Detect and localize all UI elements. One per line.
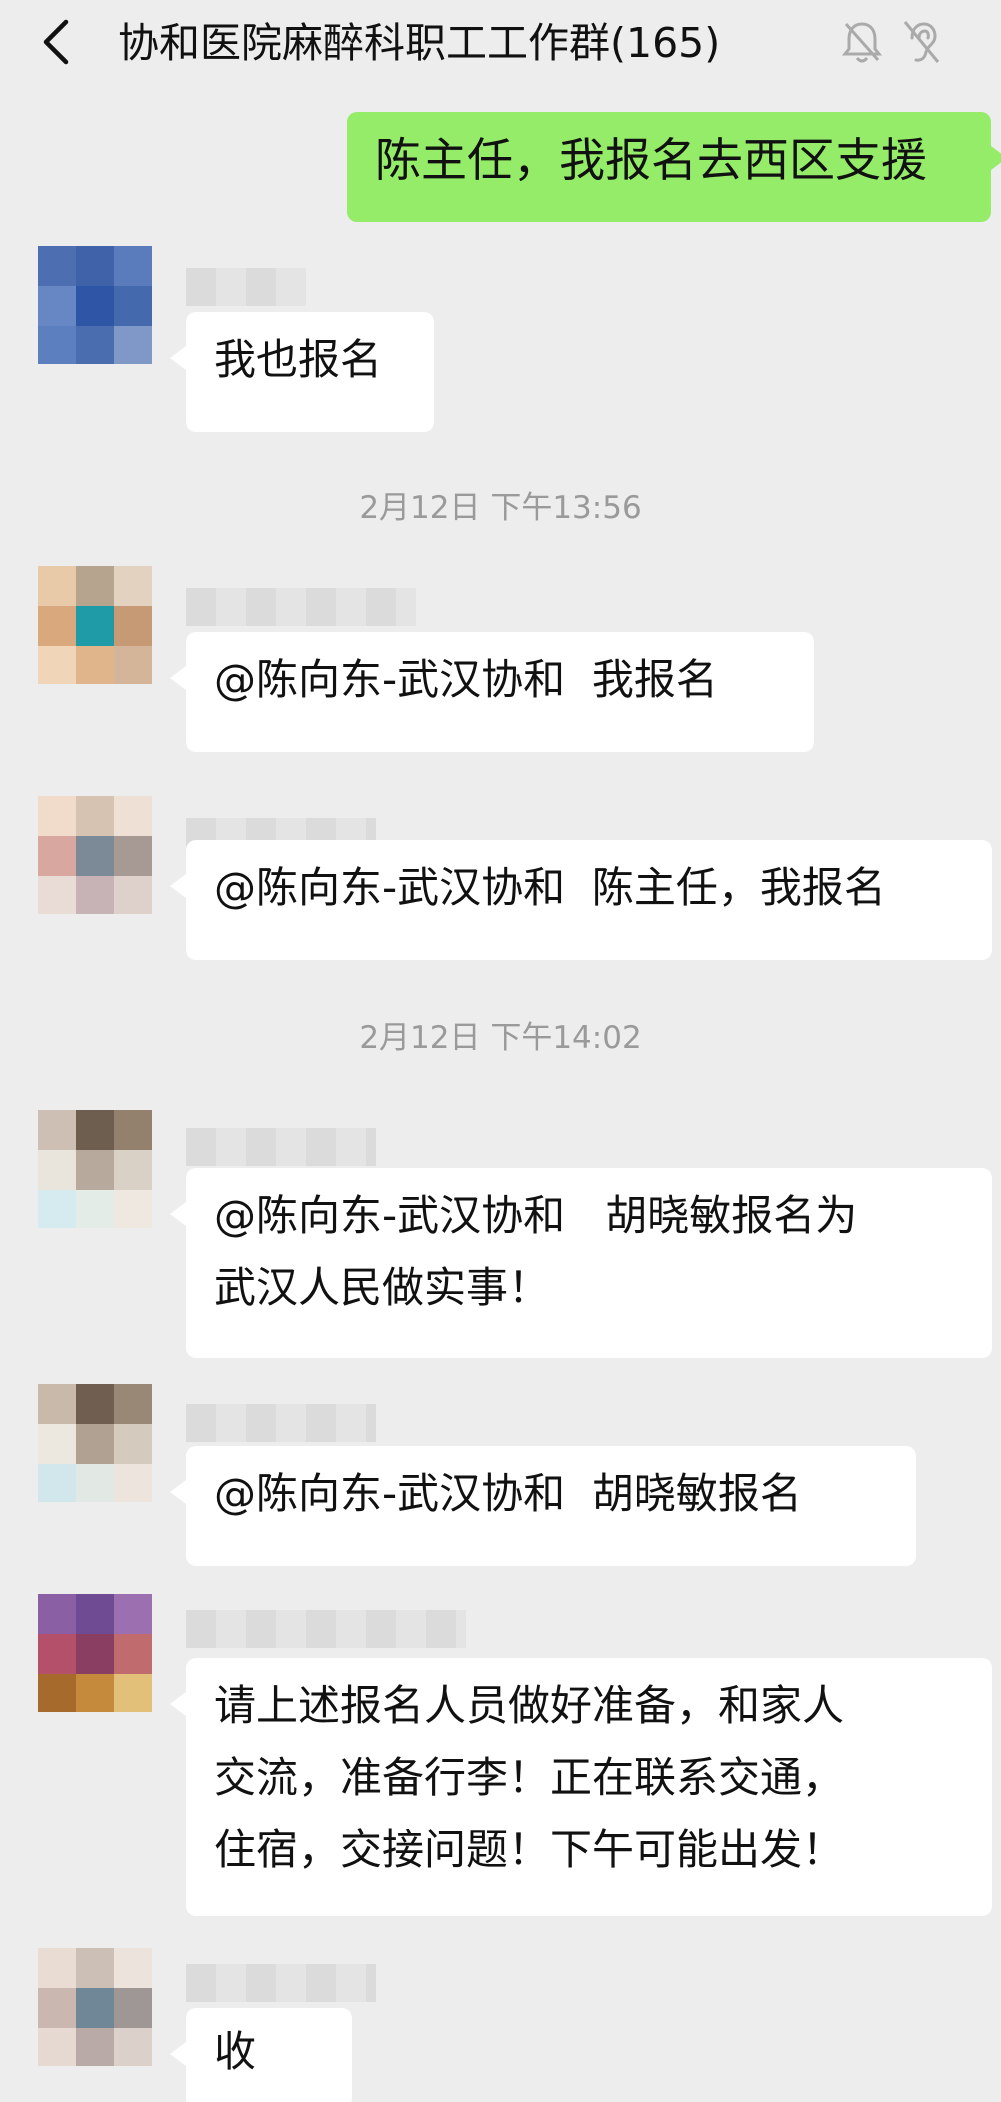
timestamp: 2月12日 下午13:56 (359, 490, 642, 526)
avatar[interactable] (38, 1110, 152, 1228)
avatar[interactable] (38, 1594, 152, 1712)
sender-name-redacted (186, 1404, 376, 1442)
message-bubble[interactable]: @陈向东-武汉协和 胡晓敏报名 (170, 1446, 916, 1566)
sender-name-redacted (186, 588, 416, 626)
message-bubble[interactable]: @陈向东-武汉协和 胡晓敏报名为 武汉人民做实事！ (170, 1168, 992, 1358)
sender-name-redacted (186, 1610, 466, 1648)
message-bubble[interactable]: @陈向东-武汉协和 我报名 (170, 632, 814, 752)
avatar[interactable] (38, 796, 152, 914)
message-bubble[interactable]: 收到！ (170, 2008, 352, 2102)
timestamp: 2月12日 下午14:02 (359, 1020, 642, 1056)
message-bubble[interactable]: 我也报名 (170, 312, 434, 432)
chat-screen: 协和医院麻醉科职工工作群(165) 陈主任，我报名去西区支援 我也报名 2月12… (0, 0, 1001, 2102)
message-bubble[interactable]: @陈向东-武汉协和 陈主任，我报名 (170, 840, 992, 960)
message-bubble-outgoing[interactable]: 陈主任，我报名去西区支援 (347, 112, 1001, 222)
chat-title: 协和医院麻醉科职工工作群(165) (118, 19, 721, 67)
back-button[interactable] (38, 14, 78, 70)
sender-name-redacted (186, 1964, 376, 2002)
avatar[interactable] (38, 246, 152, 364)
chevron-left-icon (43, 19, 69, 65)
ear-icon (898, 16, 942, 68)
sender-name-redacted (186, 1128, 376, 1166)
avatar[interactable] (38, 1384, 152, 1502)
message-bubble[interactable]: 请上述报名人员做好准备，和家人 交流，准备行李！正在联系交通， 住宿，交接问题！… (170, 1658, 992, 1916)
avatar[interactable] (38, 566, 152, 684)
sender-name-redacted (186, 268, 306, 306)
chat-header: 协和医院麻醉科职工工作群(165) (0, 0, 1001, 88)
mute-bell-icon (840, 16, 884, 68)
avatar[interactable] (38, 1948, 152, 2066)
